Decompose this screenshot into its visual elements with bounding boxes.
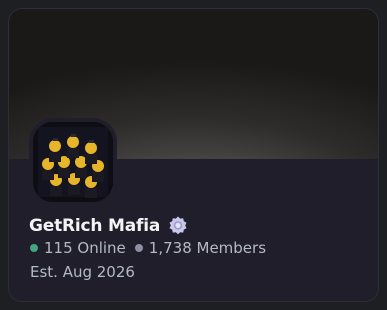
online-status-dot [30,244,38,252]
server-stats: 115 Online 1,738 Members [30,239,266,257]
members-status-dot [134,244,143,252]
member-count: 1,738 Members [148,239,267,257]
established-date: Est. Aug 2026 [30,263,135,281]
server-card[interactable]: GetRich Mafia 115 Online 1,738 Members E… [8,8,379,302]
verified-partner-badge-icon[interactable] [167,215,189,237]
server-avatar-frame [29,118,117,206]
server-name[interactable]: GetRich Mafia [29,216,160,236]
online-count: 115 Online [44,239,126,257]
server-name-row: GetRich Mafia [29,213,189,239]
server-avatar[interactable] [33,122,113,202]
server-avatar-image [33,122,113,202]
